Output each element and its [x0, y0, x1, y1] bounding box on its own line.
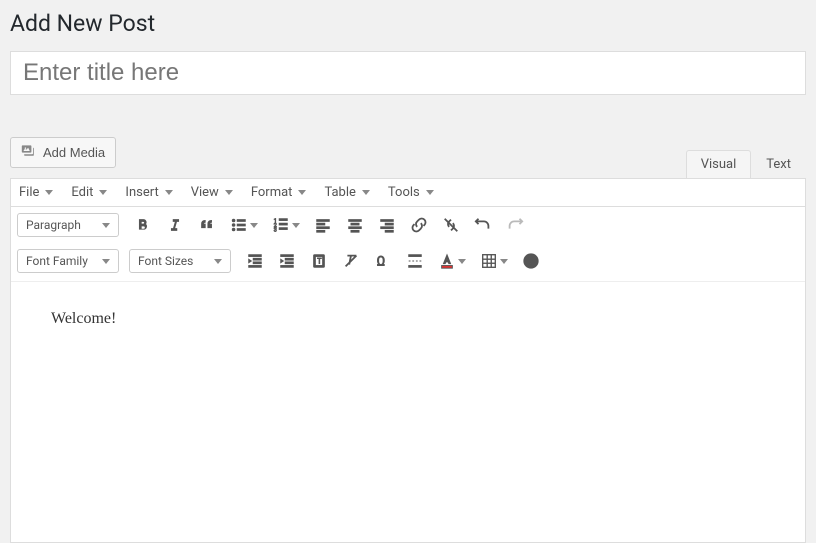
tab-visual[interactable]: Visual — [686, 150, 752, 178]
svg-text:Ω: Ω — [377, 255, 385, 270]
toolbar-row-1: Paragraph 123 — [11, 207, 805, 243]
caret-icon — [102, 223, 110, 228]
bullet-list-icon[interactable] — [225, 211, 263, 239]
caret-icon — [250, 223, 258, 228]
tab-text[interactable]: Text — [751, 150, 806, 178]
table-icon[interactable] — [475, 247, 513, 275]
toolbar-row-2: Font Family Font Sizes T Ω ? — [11, 243, 805, 282]
blockquote-icon[interactable] — [193, 211, 221, 239]
align-right-icon[interactable] — [373, 211, 401, 239]
caret-icon — [426, 190, 434, 195]
page-title: Add New Post — [10, 10, 806, 37]
clear-format-icon[interactable] — [337, 247, 365, 275]
caret-icon — [292, 223, 300, 228]
caret-icon — [298, 190, 306, 195]
editor-wrapper: File Edit Insert View Format Table Tools… — [10, 178, 806, 543]
caret-icon — [214, 259, 222, 264]
caret-icon — [99, 190, 107, 195]
caret-icon — [165, 190, 173, 195]
caret-icon — [225, 190, 233, 195]
redo-icon[interactable] — [501, 211, 529, 239]
menu-tools[interactable]: Tools — [388, 185, 434, 200]
read-more-icon[interactable] — [401, 247, 429, 275]
caret-icon — [500, 259, 508, 264]
menu-table[interactable]: Table — [324, 185, 369, 200]
italic-icon[interactable] — [161, 211, 189, 239]
add-media-button[interactable]: Add Media — [10, 137, 116, 168]
menu-edit[interactable]: Edit — [71, 185, 107, 200]
paste-text-icon[interactable]: T — [305, 247, 333, 275]
caret-icon — [362, 190, 370, 195]
text-color-icon[interactable] — [433, 247, 471, 275]
menu-view[interactable]: View — [191, 185, 233, 200]
menu-file[interactable]: File — [19, 185, 53, 200]
font-family-select[interactable]: Font Family — [17, 249, 119, 273]
help-icon[interactable]: ? — [517, 247, 545, 275]
editor-tabs: Visual Text — [686, 150, 806, 178]
caret-icon — [45, 190, 53, 195]
caret-icon — [102, 259, 110, 264]
bold-icon[interactable] — [129, 211, 157, 239]
editor-content[interactable]: Welcome! — [11, 282, 805, 542]
unlink-icon[interactable] — [437, 211, 465, 239]
align-center-icon[interactable] — [341, 211, 369, 239]
link-icon[interactable] — [405, 211, 433, 239]
indent-icon[interactable] — [273, 247, 301, 275]
menu-format[interactable]: Format — [251, 185, 307, 200]
menu-insert[interactable]: Insert — [125, 185, 172, 200]
post-title-input[interactable] — [10, 51, 806, 95]
svg-text:3: 3 — [274, 227, 277, 233]
special-char-icon[interactable]: Ω — [369, 247, 397, 275]
outdent-icon[interactable] — [241, 247, 269, 275]
font-size-select[interactable]: Font Sizes — [129, 249, 231, 273]
undo-icon[interactable] — [469, 211, 497, 239]
caret-icon — [458, 259, 466, 264]
media-icon — [21, 143, 37, 162]
numbered-list-icon[interactable]: 123 — [267, 211, 305, 239]
svg-text:?: ? — [528, 257, 533, 268]
format-select[interactable]: Paragraph — [17, 213, 119, 237]
editor-menubar: File Edit Insert View Format Table Tools — [11, 179, 805, 207]
add-media-label: Add Media — [43, 145, 105, 160]
align-left-icon[interactable] — [309, 211, 337, 239]
svg-text:T: T — [317, 257, 322, 266]
